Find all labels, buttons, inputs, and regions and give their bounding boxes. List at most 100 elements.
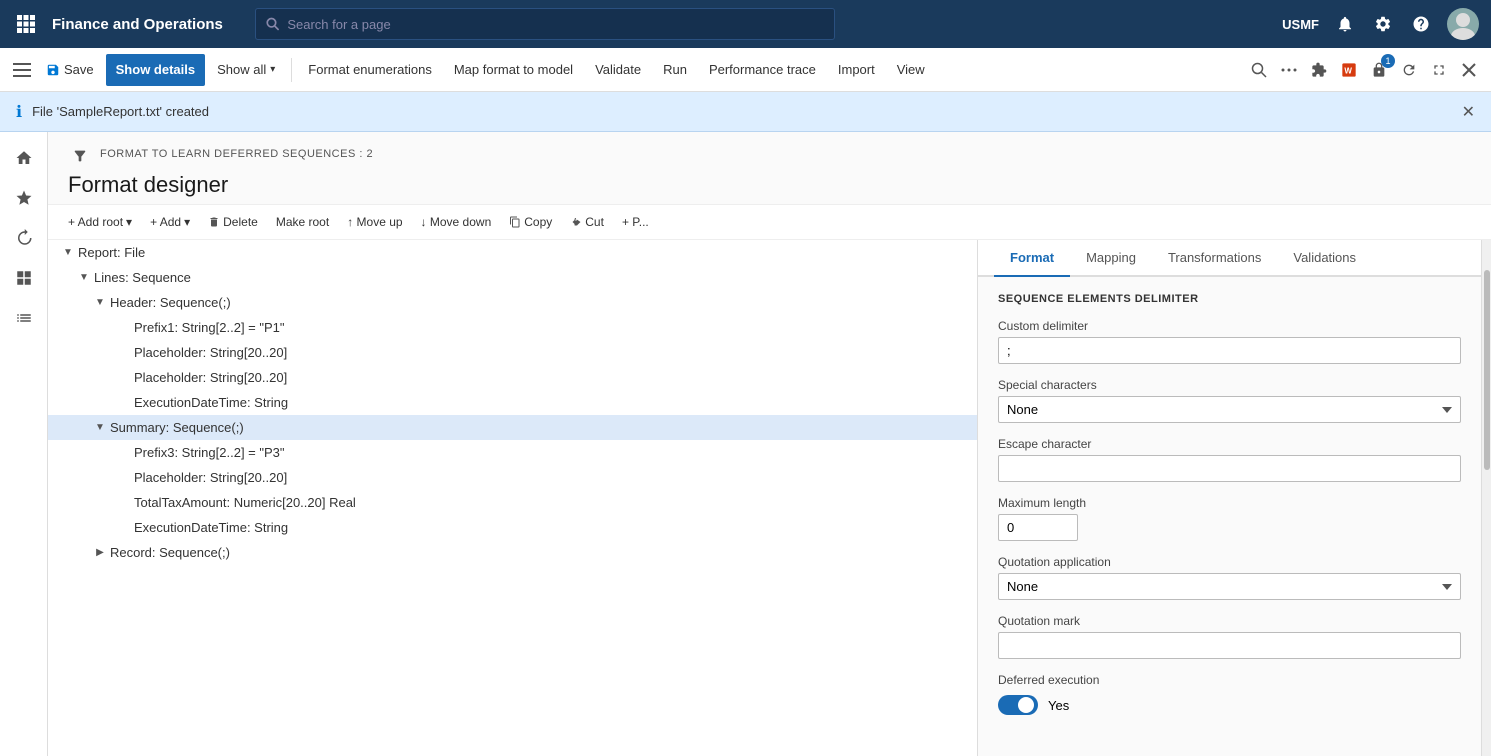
sidenav-list[interactable] <box>6 300 42 336</box>
user-label: USMF <box>1282 17 1319 32</box>
content-area: FORMAT TO LEARN DEFERRED SEQUENCES : 2 F… <box>48 132 1491 756</box>
sidenav-favorites[interactable] <box>6 180 42 216</box>
filter-icon[interactable] <box>68 144 92 168</box>
search-icon <box>266 17 279 31</box>
svg-text:W: W <box>1344 66 1352 75</box>
special-characters-select[interactable]: None Windows Unix <box>998 396 1461 423</box>
tab-validations[interactable]: Validations <box>1277 240 1372 277</box>
tab-mapping[interactable]: Mapping <box>1070 240 1152 277</box>
maximum-length-input[interactable] <box>998 514 1078 541</box>
sidenav-home[interactable] <box>6 140 42 176</box>
delete-icon <box>208 216 220 228</box>
search-box[interactable] <box>255 8 835 40</box>
tree-item[interactable]: ▶ Record: Sequence(;) <box>48 540 977 565</box>
sidenav-recent[interactable] <box>6 220 42 256</box>
toggle-icon <box>116 447 132 458</box>
toggle-icon <box>116 472 132 483</box>
save-icon <box>46 63 60 77</box>
page-header: FORMAT TO LEARN DEFERRED SEQUENCES : 2 F… <box>48 132 1491 205</box>
escape-character-input[interactable] <box>998 455 1461 482</box>
tree-item[interactable]: Placeholder: String[20..20] <box>48 365 977 390</box>
settings-icon[interactable] <box>1371 12 1395 36</box>
sidenav-workspaces[interactable] <box>6 260 42 296</box>
main-toolbar: Save Show details Show all ▾ Format enum… <box>0 48 1491 92</box>
more-options-icon[interactable] <box>1277 58 1301 82</box>
office-icon[interactable]: W <box>1337 58 1361 82</box>
run-button[interactable]: Run <box>653 54 697 86</box>
move-up-button[interactable]: ↑ Move up <box>339 211 410 233</box>
badge-icon[interactable]: 1 <box>1367 58 1391 82</box>
tree-item[interactable]: Placeholder: String[20..20] <box>48 340 977 365</box>
toggle-icon[interactable]: ▼ <box>60 247 76 258</box>
copy-icon <box>509 216 521 228</box>
puzzle-icon[interactable] <box>1307 58 1331 82</box>
format-enumerations-button[interactable]: Format enumerations <box>298 54 442 86</box>
validate-button[interactable]: Validate <box>585 54 651 86</box>
toggle-icon[interactable]: ▼ <box>92 297 108 308</box>
cut-button[interactable]: Cut <box>562 211 612 233</box>
tree-item[interactable]: Placeholder: String[20..20] <box>48 465 977 490</box>
right-content: SEQUENCE ELEMENTS DELIMITER Custom delim… <box>978 277 1481 756</box>
deferred-execution-value: Yes <box>1048 698 1069 713</box>
deferred-execution-toggle[interactable] <box>998 695 1038 715</box>
tree-item-selected[interactable]: ▼ Summary: Sequence(;) <box>48 415 977 440</box>
help-icon[interactable] <box>1409 12 1433 36</box>
tree-item-label: Prefix1: String[2..2] = "P1" <box>132 320 977 335</box>
user-avatar[interactable] <box>1447 8 1479 40</box>
main-layout: FORMAT TO LEARN DEFERRED SEQUENCES : 2 F… <box>0 132 1491 756</box>
delete-button[interactable]: Delete <box>200 211 266 233</box>
hamburger-icon[interactable] <box>10 58 34 82</box>
deferred-execution-field: Deferred execution Yes <box>998 673 1461 715</box>
toggle-icon <box>116 372 132 383</box>
tab-transformations[interactable]: Transformations <box>1152 240 1277 277</box>
show-all-button[interactable]: Show all ▾ <box>207 54 285 86</box>
toggle-icon[interactable]: ▼ <box>76 272 92 283</box>
tree-item[interactable]: Prefix1: String[2..2] = "P1" <box>48 315 977 340</box>
right-panel: Format Mapping Transformations Validatio… <box>978 240 1481 756</box>
import-button[interactable]: Import <box>828 54 885 86</box>
scrollbar-thumb[interactable] <box>1484 270 1490 470</box>
tree-item[interactable]: ExecutionDateTime: String <box>48 515 977 540</box>
refresh-icon[interactable] <box>1397 58 1421 82</box>
right-tabs: Format Mapping Transformations Validatio… <box>978 240 1481 277</box>
close-icon[interactable] <box>1457 58 1481 82</box>
search-input[interactable] <box>287 17 824 32</box>
show-details-button[interactable]: Show details <box>106 54 205 86</box>
custom-delimiter-input[interactable] <box>998 337 1461 364</box>
tree-item[interactable]: ▼ Header: Sequence(;) <box>48 290 977 315</box>
tree-item[interactable]: ▼ Lines: Sequence <box>48 265 977 290</box>
make-root-button[interactable]: Make root <box>268 211 337 233</box>
topbar-right: USMF <box>1282 8 1479 40</box>
quotation-mark-field: Quotation mark <box>998 614 1461 659</box>
copy-button[interactable]: Copy <box>501 211 560 233</box>
infobar-close-button[interactable]: ✕ <box>1462 102 1475 122</box>
save-button[interactable]: Save <box>36 54 104 86</box>
tree-item-label: ExecutionDateTime: String <box>132 395 977 410</box>
tree-item-label: TotalTaxAmount: Numeric[20..20] Real <box>132 495 977 510</box>
app-grid-icon[interactable] <box>12 10 40 38</box>
tree-item[interactable]: ▼ Report: File <box>48 240 977 265</box>
scrollbar-track[interactable] <box>1481 240 1491 756</box>
paste-button[interactable]: + P... <box>614 211 657 233</box>
topbar: Finance and Operations USMF <box>0 0 1491 48</box>
toggle-icon[interactable]: ▼ <box>92 422 108 433</box>
search-toolbar-icon[interactable] <box>1247 58 1271 82</box>
infobar: ℹ File 'SampleReport.txt' created ✕ <box>0 92 1491 132</box>
add-root-button[interactable]: + Add root ▾ <box>60 211 140 233</box>
split-panel: ▼ Report: File ▼ Lines: Sequence ▼ Heade… <box>48 240 1491 756</box>
view-button[interactable]: View <box>887 54 935 86</box>
notifications-icon[interactable] <box>1333 12 1357 36</box>
expand-icon[interactable] <box>1427 58 1451 82</box>
quotation-application-select[interactable]: None All Strings only <box>998 573 1461 600</box>
map-format-to-model-button[interactable]: Map format to model <box>444 54 583 86</box>
move-down-button[interactable]: ↓ Move down <box>413 211 500 233</box>
tab-format[interactable]: Format <box>994 240 1070 277</box>
tree-item[interactable]: ExecutionDateTime: String <box>48 390 977 415</box>
quotation-mark-input[interactable] <box>998 632 1461 659</box>
toggle-icon[interactable]: ▶ <box>92 547 108 558</box>
custom-delimiter-field: Custom delimiter <box>998 319 1461 364</box>
tree-item[interactable]: Prefix3: String[2..2] = "P3" <box>48 440 977 465</box>
add-button[interactable]: + Add ▾ <box>142 211 198 233</box>
tree-item[interactable]: TotalTaxAmount: Numeric[20..20] Real <box>48 490 977 515</box>
performance-trace-button[interactable]: Performance trace <box>699 54 826 86</box>
